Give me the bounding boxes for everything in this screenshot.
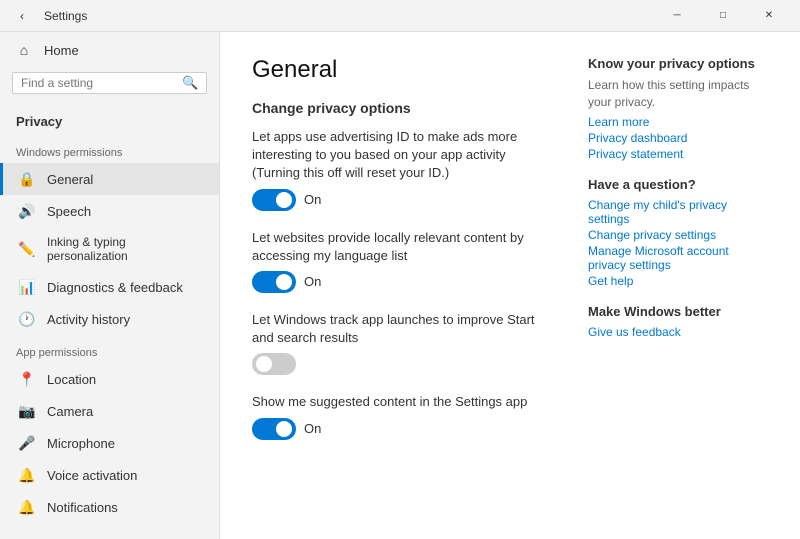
make-better-title: Make Windows better	[588, 304, 768, 319]
sidebar-item-camera[interactable]: 📷 Camera	[0, 395, 219, 427]
toggle-row-suggested: On	[252, 418, 556, 440]
voice-icon: 🔔	[19, 467, 35, 483]
minimize-button[interactable]: ─	[654, 0, 700, 32]
setting-language: Let websites provide locally relevant co…	[252, 229, 556, 293]
speech-icon: 🔊	[19, 203, 35, 219]
toggle-row-tracking: [data-name="toggle-tracking"]::after { r…	[252, 353, 556, 375]
know-privacy-desc: Learn how this setting impacts your priv…	[588, 77, 768, 111]
sidebar-item-diagnostics[interactable]: 📊 Diagnostics & feedback	[0, 271, 219, 303]
toggle-label-suggested: On	[304, 421, 321, 436]
sidebar-item-notifications[interactable]: 🔔 Notifications	[0, 491, 219, 523]
setting-advertising: Let apps use advertising ID to make ads …	[252, 128, 556, 211]
know-privacy-title: Know your privacy options	[588, 56, 768, 71]
setting-desc-advertising: Let apps use advertising ID to make ads …	[252, 128, 556, 183]
have-question-title: Have a question?	[588, 177, 768, 192]
toggle-label-advertising: On	[304, 192, 321, 207]
setting-desc-suggested: Show me suggested content in the Setting…	[252, 393, 556, 411]
diagnostics-icon: 📊	[19, 279, 35, 295]
feedback-link[interactable]: Give us feedback	[588, 325, 768, 339]
sidebar-item-voice[interactable]: 🔔 Voice activation	[0, 459, 219, 491]
setting-suggested: Show me suggested content in the Setting…	[252, 393, 556, 439]
setting-tracking: Let Windows track app launches to improv…	[252, 311, 556, 375]
sidebar-item-label: Microphone	[47, 436, 115, 451]
sidebar-item-label: Activity history	[47, 312, 130, 327]
change-child-link[interactable]: Change my child's privacy settings	[588, 198, 768, 226]
setting-desc-language: Let websites provide locally relevant co…	[252, 229, 556, 265]
learn-more-link[interactable]: Learn more	[588, 115, 768, 129]
section-title: Change privacy options	[252, 100, 556, 116]
home-icon: ⌂	[16, 42, 32, 58]
toggle-row-advertising: On	[252, 189, 556, 211]
sidebar: ⌂ Home 🔍 Privacy Windows permissions 🔒 G…	[0, 32, 220, 539]
back-button[interactable]: ‹	[8, 2, 36, 30]
manage-account-link[interactable]: Manage Microsoft account privacy setting…	[588, 244, 768, 272]
sidebar-item-label: Diagnostics & feedback	[47, 280, 183, 295]
camera-icon: 📷	[19, 403, 35, 419]
sidebar-item-label: Speech	[47, 204, 91, 219]
content-main: General Change privacy options Let apps …	[252, 56, 556, 515]
page-title: General	[252, 56, 556, 84]
location-icon: 📍	[19, 371, 35, 387]
setting-desc-tracking: Let Windows track app launches to improv…	[252, 311, 556, 347]
sidebar-item-label: General	[47, 172, 93, 187]
privacy-dashboard-link[interactable]: Privacy dashboard	[588, 131, 768, 145]
microphone-icon: 🎤	[19, 435, 35, 451]
sidebar-item-general[interactable]: 🔒 General	[0, 163, 219, 195]
sidebar-item-activity[interactable]: 🕐 Activity history	[0, 303, 219, 335]
toggle-advertising[interactable]	[252, 189, 296, 211]
inking-icon: ✏️	[19, 241, 35, 257]
toggle-row-language: On	[252, 271, 556, 293]
title-bar: ‹ Settings ─ □ ✕	[0, 0, 800, 32]
privacy-statement-link[interactable]: Privacy statement	[588, 147, 768, 161]
toggle-label-language: On	[304, 274, 321, 289]
change-privacy-link[interactable]: Change privacy settings	[588, 228, 768, 242]
toggle-suggested[interactable]	[252, 418, 296, 440]
toggle-language[interactable]	[252, 271, 296, 293]
general-icon: 🔒	[19, 171, 35, 187]
sidebar-item-microphone[interactable]: 🎤 Microphone	[0, 427, 219, 459]
sidebar-item-label: Notifications	[47, 500, 118, 515]
privacy-label: Privacy	[0, 106, 219, 135]
right-panel: Know your privacy options Learn how this…	[588, 56, 768, 515]
content-area: General Change privacy options Let apps …	[220, 32, 800, 539]
app-permissions-label: App permissions	[0, 335, 219, 363]
window-controls: ─ □ ✕	[654, 0, 792, 32]
sidebar-home-label: Home	[44, 43, 79, 58]
sidebar-item-home[interactable]: ⌂ Home	[0, 32, 219, 68]
search-input[interactable]	[21, 76, 176, 90]
notifications-icon: 🔔	[19, 499, 35, 515]
sidebar-item-label: Camera	[47, 404, 93, 419]
sidebar-item-label: Voice activation	[47, 468, 137, 483]
maximize-button[interactable]: □	[700, 0, 746, 32]
search-icon: 🔍	[182, 75, 198, 91]
sidebar-item-inking[interactable]: ✏️ Inking & typing personalization	[0, 227, 219, 271]
sidebar-item-label: Inking & typing personalization	[47, 235, 203, 263]
sidebar-item-location[interactable]: 📍 Location	[0, 363, 219, 395]
get-help-link[interactable]: Get help	[588, 274, 768, 288]
main-container: ⌂ Home 🔍 Privacy Windows permissions 🔒 G…	[0, 32, 800, 539]
sidebar-search-box[interactable]: 🔍	[12, 72, 207, 94]
activity-icon: 🕐	[19, 311, 35, 327]
windows-permissions-label: Windows permissions	[0, 135, 219, 163]
sidebar-item-speech[interactable]: 🔊 Speech	[0, 195, 219, 227]
title-bar-title: Settings	[44, 9, 87, 23]
sidebar-item-label: Location	[47, 372, 96, 387]
toggle-tracking[interactable]: [data-name="toggle-tracking"]::after { r…	[252, 353, 296, 375]
close-button[interactable]: ✕	[746, 0, 792, 32]
